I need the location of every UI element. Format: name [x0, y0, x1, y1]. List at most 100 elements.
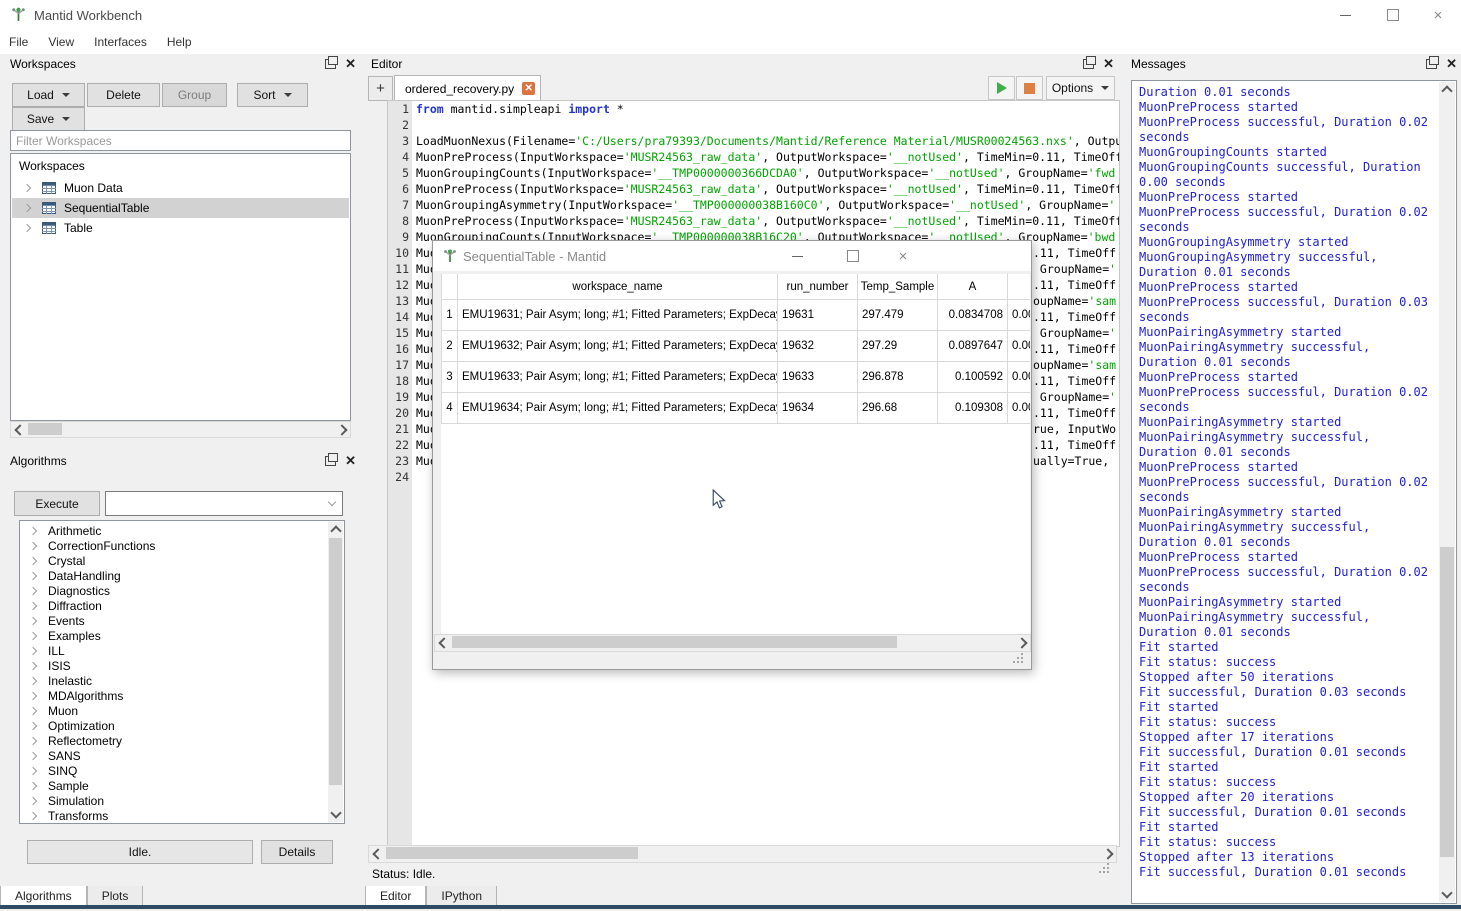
column-header-workspace_name[interactable]: workspace_name [458, 274, 778, 300]
minimize-button[interactable] [1322, 0, 1368, 30]
editor-h-scrollbar[interactable] [368, 845, 1117, 863]
algorithm-search-combobox[interactable] [105, 491, 343, 516]
algorithm-category-inelastic[interactable]: Inelastic [21, 673, 92, 688]
chevron-right-icon[interactable] [29, 646, 37, 654]
chevron-right-icon[interactable] [29, 691, 37, 699]
chevron-right-icon[interactable] [29, 541, 37, 549]
algorithm-progress-bar[interactable]: Idle. [27, 840, 253, 864]
messages-header[interactable]: Messages ✕ [1125, 55, 1461, 73]
algorithm-category-correctionfunctions[interactable]: CorrectionFunctions [21, 538, 155, 553]
close-panel-icon[interactable]: ✕ [1103, 57, 1114, 70]
workspace-item-sequentialtable[interactable]: SequentialTable [12, 198, 349, 218]
cell-run_number[interactable]: 19634 [778, 393, 858, 424]
chevron-right-icon[interactable] [29, 586, 37, 594]
chevron-right-icon[interactable] [23, 224, 31, 232]
workspaces-header[interactable]: Workspaces ✕ [4, 55, 360, 73]
options-button[interactable]: Options [1046, 76, 1115, 100]
algorithms-header[interactable]: Algorithms ✕ [4, 452, 360, 470]
tab-close-icon[interactable]: ✕ [522, 82, 535, 95]
resize-grip[interactable] [1097, 861, 1111, 875]
algorithms-v-scrollbar[interactable] [328, 522, 343, 822]
cell-temp_sample[interactable]: 296.68 [858, 393, 938, 424]
cell-run_number[interactable]: 19631 [778, 300, 858, 331]
menu-file[interactable]: File [0, 30, 38, 54]
dialog-minimize-button[interactable] [783, 241, 811, 271]
close-panel-icon[interactable]: ✕ [345, 454, 356, 467]
algorithm-category-datahandling[interactable]: DataHandling [21, 568, 121, 583]
algorithm-category-sinq[interactable]: SINQ [21, 763, 77, 778]
algorithm-category-isis[interactable]: ISIS [21, 658, 71, 673]
menu-help[interactable]: Help [157, 30, 202, 54]
table-row[interactable]: 3EMU19633; Pair Asym; long; #1; Fitted P… [442, 362, 1031, 393]
workspaces-tree[interactable]: Workspaces Muon DataSequentialTableTable [10, 153, 351, 421]
chevron-right-icon[interactable] [29, 811, 37, 819]
chevron-right-icon[interactable] [29, 616, 37, 624]
dialog-close-button[interactable]: × [889, 241, 917, 271]
tab-editor[interactable]: Editor [365, 886, 426, 906]
chevron-right-icon[interactable] [29, 571, 37, 579]
algorithm-category-arithmetic[interactable]: Arithmetic [21, 523, 101, 538]
cell-aerr[interactable]: 0.0030 [1008, 300, 1031, 331]
cell-workspace_name[interactable]: EMU19633; Pair Asym; long; #1; Fitted Pa… [458, 362, 778, 393]
column-header-aerr[interactable]: AErr [1008, 274, 1031, 300]
algorithm-category-diagnostics[interactable]: Diagnostics [21, 583, 110, 598]
column-header-a[interactable]: A [938, 274, 1008, 300]
dialog-resize-grip[interactable] [1011, 651, 1025, 665]
editor-header[interactable]: Editor ✕ [365, 55, 1118, 73]
close-panel-icon[interactable]: ✕ [1446, 57, 1457, 70]
cell-temp_sample[interactable]: 297.479 [858, 300, 938, 331]
save-button[interactable]: Save [12, 107, 85, 131]
menu-interfaces[interactable]: Interfaces [84, 30, 157, 54]
close-button[interactable]: × [1415, 0, 1461, 30]
chevron-right-icon[interactable] [23, 204, 31, 212]
cell-a[interactable]: 0.0834708 [938, 300, 1008, 331]
chevron-right-icon[interactable] [29, 796, 37, 804]
chevron-right-icon[interactable] [29, 766, 37, 774]
cell-aerr[interactable]: 0.0052 [1008, 362, 1031, 393]
cell-temp_sample[interactable]: 297.29 [858, 331, 938, 362]
filter-workspaces-input[interactable] [10, 130, 351, 151]
algorithm-category-transforms[interactable]: Transforms [21, 808, 108, 823]
chevron-right-icon[interactable] [29, 706, 37, 714]
dialog-h-scrollbar[interactable] [434, 634, 1031, 652]
tab-plots[interactable]: Plots [87, 886, 144, 906]
stop-button[interactable] [1016, 76, 1043, 100]
messages-v-scrollbar[interactable] [1439, 82, 1455, 902]
chevron-right-icon[interactable] [29, 751, 37, 759]
cell-aerr[interactable]: 0.0056 [1008, 393, 1031, 424]
cell-workspace_name[interactable]: EMU19632; Pair Asym; long; #1; Fitted Pa… [458, 331, 778, 362]
table-row[interactable]: 1EMU19631; Pair Asym; long; #1; Fitted P… [442, 300, 1031, 331]
sort-button[interactable]: Sort [237, 83, 308, 107]
close-panel-icon[interactable]: ✕ [345, 57, 356, 70]
chevron-right-icon[interactable] [23, 184, 31, 192]
algorithm-category-list[interactable]: ArithmeticCorrectionFunctionsCrystalData… [19, 520, 345, 824]
chevron-right-icon[interactable] [29, 601, 37, 609]
sequential-table-window[interactable]: SequentialTable - Mantid × workspace_nam… [432, 240, 1032, 670]
delete-button[interactable]: Delete [87, 83, 160, 107]
sequential-table[interactable]: workspace_namerun_numberTemp_SampleAAErr… [441, 274, 1030, 634]
algorithm-category-diffraction[interactable]: Diffraction [21, 598, 102, 613]
algorithm-category-examples[interactable]: Examples [21, 628, 101, 643]
chevron-right-icon[interactable] [29, 676, 37, 684]
algorithm-category-muon[interactable]: Muon [21, 703, 78, 718]
cell-a[interactable]: 0.0897647 [938, 331, 1008, 362]
column-header-temp_sample[interactable]: Temp_Sample [858, 274, 938, 300]
chevron-right-icon[interactable] [29, 661, 37, 669]
cell-aerr[interactable]: 0.0038 [1008, 331, 1031, 362]
details-button[interactable]: Details [261, 840, 333, 864]
algorithm-category-mdalgorithms[interactable]: MDAlgorithms [21, 688, 123, 703]
column-header-run_number[interactable]: run_number [778, 274, 858, 300]
cell-run_number[interactable]: 19632 [778, 331, 858, 362]
algorithm-category-crystal[interactable]: Crystal [21, 553, 85, 568]
workspace-item-table[interactable]: Table [12, 218, 349, 238]
algorithm-category-optimization[interactable]: Optimization [21, 718, 115, 733]
algorithm-category-sans[interactable]: SANS [21, 748, 81, 763]
cell-workspace_name[interactable]: EMU19631; Pair Asym; long; #1; Fitted Pa… [458, 300, 778, 331]
algorithm-category-events[interactable]: Events [21, 613, 85, 628]
menu-view[interactable]: View [38, 30, 84, 54]
undock-icon[interactable] [1083, 59, 1094, 69]
cell-workspace_name[interactable]: EMU19634; Pair Asym; long; #1; Fitted Pa… [458, 393, 778, 424]
cell-a[interactable]: 0.109308 [938, 393, 1008, 424]
chevron-right-icon[interactable] [29, 781, 37, 789]
tab-algorithms[interactable]: Algorithms [0, 886, 87, 906]
